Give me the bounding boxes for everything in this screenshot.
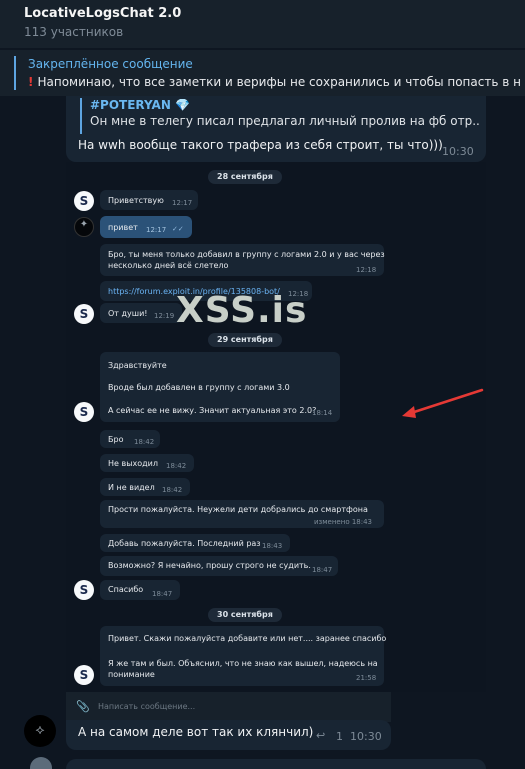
pinned-text-row: ! Напоминаю, что все заметки и верифы не … — [28, 75, 521, 89]
contact-avatar — [74, 665, 94, 685]
message-text-line: понимание — [108, 670, 155, 679]
gem-icon: 💎 — [175, 98, 191, 112]
message-text: От души! — [108, 309, 148, 318]
message-bubble: Здравствуйте Вроде был добавлен в группу… — [100, 352, 340, 422]
message-bubble: И не видел 18:42 — [100, 478, 190, 496]
contact-avatar — [74, 402, 94, 422]
paperclip-icon[interactable]: 📎 — [76, 700, 90, 713]
message-time: 12:19 — [154, 312, 175, 320]
message-bubble: Прости пожалуйста. Неужели дети добралис… — [100, 500, 384, 528]
message-bubble: Бро 18:42 — [100, 430, 160, 448]
date-separator: 30 сентября — [208, 608, 282, 622]
message-bubble: Привет. Скажи пожалуйста добавите или не… — [100, 626, 387, 686]
reply-icon[interactable]: ↩ — [316, 729, 325, 742]
message-time: 12:17 — [172, 199, 193, 207]
message-text: Спасибо — [108, 585, 144, 594]
watermark: XSS.is — [176, 290, 308, 331]
message-text: Возможно? Я нечайно, прошу строго не суд… — [108, 561, 311, 570]
message-text-line: Бро, ты меня только добавил в группу с л… — [108, 250, 385, 259]
message-text: Добавь пожалуйста. Последний раз — [108, 539, 261, 548]
pinned-title: Закреплённое сообщение — [28, 57, 193, 71]
user-avatar[interactable] — [24, 715, 56, 747]
next-message-peek — [0, 757, 525, 769]
message-time: 18:42 — [134, 438, 155, 446]
message-text-line: Вроде был добавлен в группу с логами 3.0 — [108, 383, 290, 392]
message-time: 18:42 — [162, 486, 183, 494]
pinned-accent-bar — [14, 56, 16, 90]
quote-author: #POTERYAN — [90, 98, 171, 112]
message-bubble: От души! 12:19 — [100, 303, 182, 323]
message-time: 12:17 — [146, 226, 167, 234]
message-text: И не видел — [108, 483, 155, 492]
contact-avatar — [74, 191, 94, 211]
message-bubble: Спасибо 18:47 — [100, 580, 180, 600]
message-time: 18:14 — [312, 409, 333, 417]
message-text-line: Здравствуйте — [108, 361, 167, 370]
message-text: Приветствую — [108, 196, 164, 205]
message-text: А на самом деле вот так их клянчил) — [78, 725, 314, 739]
message-text: На wwh вообще такого трафера из себя стр… — [78, 138, 443, 152]
message-time: 18:43 — [262, 542, 283, 550]
message-text: привет — [108, 223, 138, 232]
message-text: Прости пожалуйста. Неужели дети добралис… — [108, 505, 368, 514]
composer-placeholder: Написать сообщение... — [98, 702, 196, 711]
message-time: 10:30 — [350, 730, 382, 743]
message-time: изменено 18:43 — [314, 518, 372, 526]
message-text-line: Я же там и был. Объяснил, что не знаю ка… — [108, 659, 378, 668]
pinned-text: Напоминаю, что все заметки и верифы не с… — [37, 75, 521, 89]
member-count: 113 участников — [24, 25, 124, 39]
message-text: Бро — [108, 435, 124, 444]
exclamation-icon: ! — [28, 75, 34, 89]
avatar — [30, 757, 52, 769]
user-avatar — [74, 217, 94, 237]
outgoing-message-bubble: привет 12:17 ✓✓ — [100, 216, 192, 238]
chat-title: LocativeLogsChat 2.0 — [24, 6, 182, 21]
message-time: 10:30 — [442, 145, 474, 158]
quote-text: Он мне в телегу писал предлагал личный п… — [90, 114, 480, 128]
pinned-message[interactable]: Закреплённое сообщение ! Напоминаю, что в… — [0, 50, 525, 96]
annotation-arrow — [402, 388, 484, 418]
message-bubble — [66, 759, 486, 769]
message-text: Не выходил — [108, 459, 158, 468]
date-separator: 28 сентября — [208, 170, 282, 184]
message-text-line: А сейчас ее не вижу. Значит актуальная э… — [108, 406, 317, 415]
message-time: 12:18 — [356, 266, 377, 274]
message-time: 18:42 — [166, 462, 187, 470]
quote-author-row: #POTERYAN 💎 — [90, 98, 480, 113]
message-bubble: Приветствую 12:17 — [100, 190, 198, 210]
reply-quote[interactable]: #POTERYAN 💎 Он мне в телегу писал предла… — [80, 98, 480, 134]
contact-avatar — [74, 304, 94, 324]
message-time: 21:58 — [356, 674, 377, 682]
message-text-line: несколько дней всё слетело — [108, 261, 229, 270]
message-bubble: Возможно? Я нечайно, прошу строго не суд… — [100, 556, 338, 576]
contact-avatar — [74, 580, 94, 600]
double-check-icon: ✓✓ — [172, 225, 184, 233]
attached-screenshot[interactable]: 28 сентября Приветствую 12:17 привет 12:… — [66, 162, 486, 692]
message-bubble: Добавь пожалуйста. Последний раз 18:43 — [100, 534, 290, 552]
message-bubble: Не выходил 18:42 — [100, 454, 194, 472]
date-separator: 29 сентября — [208, 333, 282, 347]
message-composer[interactable]: 📎 Написать сообщение... — [66, 692, 391, 722]
message-time: 18:47 — [152, 590, 173, 598]
message-time: 18:47 — [312, 566, 333, 574]
message-bubble: Бро, ты меня только добавил в группу с л… — [100, 244, 385, 276]
message-text-line: Привет. Скажи пожалуйста добавите или не… — [108, 634, 387, 643]
reply-count: 1 — [336, 730, 343, 743]
chat-header[interactable]: LocativeLogsChat 2.0 113 участников — [0, 0, 525, 48]
